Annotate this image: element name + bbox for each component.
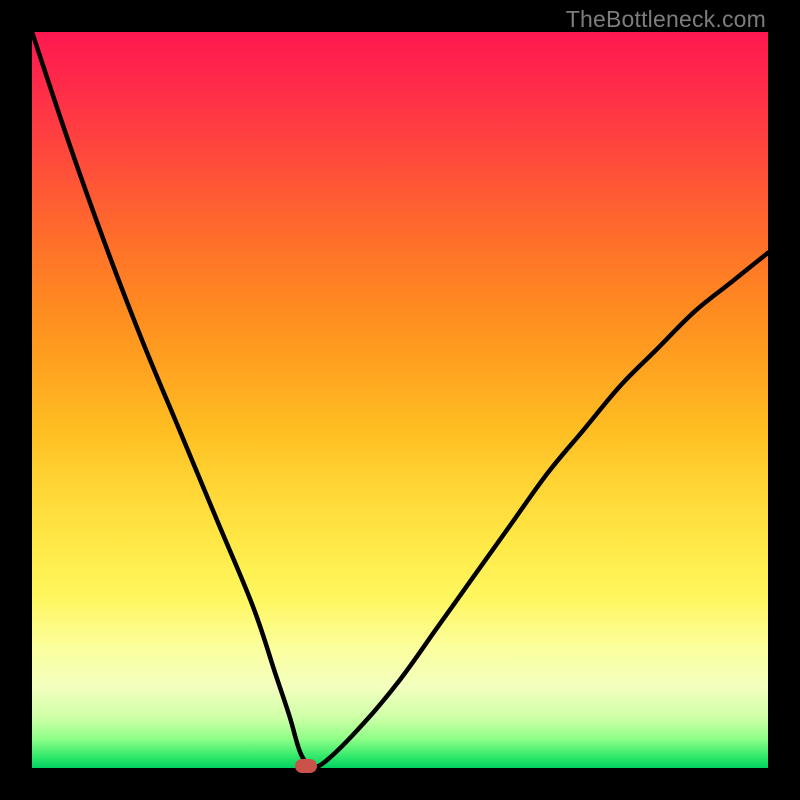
- optimal-marker: [295, 759, 317, 773]
- chart-container: TheBottleneck.com: [0, 0, 800, 800]
- watermark-text: TheBottleneck.com: [566, 6, 766, 33]
- plot-area: [32, 32, 768, 768]
